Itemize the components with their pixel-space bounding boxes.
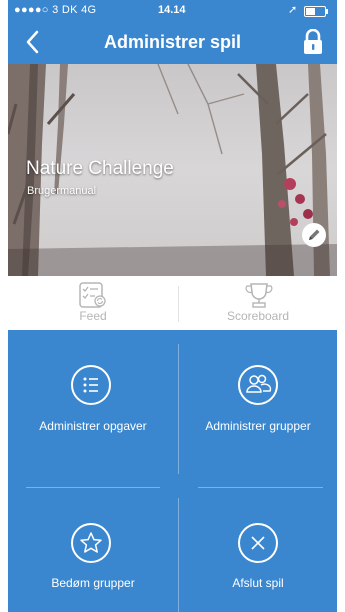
lock-icon <box>304 28 322 54</box>
checklist-icon <box>79 282 106 308</box>
rate-groups-label: Bedøm grupper <box>51 576 135 590</box>
end-game-button[interactable]: Afslut spil <box>179 490 337 612</box>
carrier-label: ●●●●○ 3 DK 4G <box>14 4 97 16</box>
star-icon <box>71 523 111 563</box>
trophy-icon <box>245 283 273 308</box>
pencil-icon <box>309 229 320 240</box>
tab-scoreboard-label: Scoreboard <box>226 309 290 323</box>
manage-groups-button[interactable]: Administrer grupper <box>179 330 337 480</box>
status-bar: ●●●●○ 3 DK 4G 14.14 ➚ <box>8 0 337 20</box>
nav-bar: Administrer spil <box>8 20 337 64</box>
grid-divider-right <box>198 487 323 488</box>
tab-bar: Feed Scoreboard <box>8 276 337 330</box>
close-icon <box>238 523 278 563</box>
list-icon <box>71 365 111 405</box>
location-icon: ➚ <box>288 4 298 16</box>
chevron-left-icon <box>26 30 39 54</box>
lock-button[interactable] <box>302 28 324 55</box>
battery-icon <box>304 6 328 17</box>
tab-feed-label: Feed <box>79 309 107 323</box>
back-button[interactable] <box>22 28 46 56</box>
game-title: Nature Challenge <box>26 158 174 179</box>
app-screen: ●●●●○ 3 DK 4G 14.14 ➚ Administrer spil N… <box>8 0 337 612</box>
rate-groups-button[interactable]: Bedøm grupper <box>8 490 178 612</box>
edit-button[interactable] <box>302 223 326 247</box>
tab-feed[interactable]: Feed <box>8 276 178 330</box>
manage-groups-label: Administrer grupper <box>205 419 311 433</box>
page-title: Administrer spil <box>103 32 242 52</box>
group-icon <box>238 365 278 405</box>
manage-tasks-label: Administrer opgaver <box>39 419 147 433</box>
game-subtitle: Brugermanual <box>27 185 97 197</box>
manage-tasks-button[interactable]: Administrer opgaver <box>8 330 178 480</box>
action-grid: Administrer opgaver Administrer grupper … <box>8 330 337 612</box>
end-game-label: Afslut spil <box>232 576 284 590</box>
clock-time: 14.14 <box>158 4 186 16</box>
grid-divider-left <box>26 487 160 488</box>
tab-scoreboard[interactable]: Scoreboard <box>179 276 337 330</box>
game-cover-image: Nature Challenge Brugermanual <box>8 64 337 276</box>
